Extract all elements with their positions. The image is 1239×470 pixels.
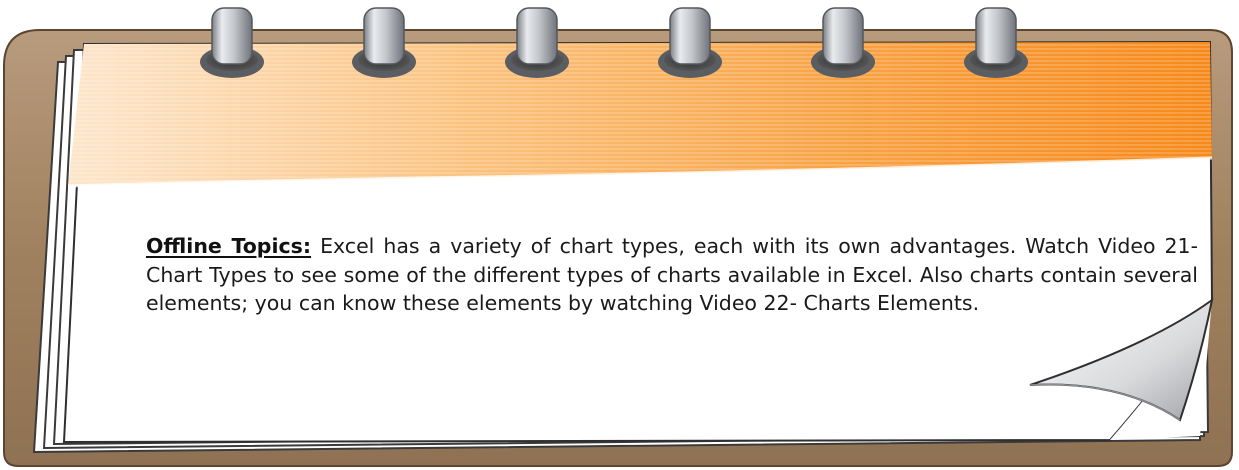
note-heading: Offline Topics: [146, 234, 312, 258]
note-paragraph: Offline Topics: Excel has a variety of c… [146, 232, 1198, 318]
